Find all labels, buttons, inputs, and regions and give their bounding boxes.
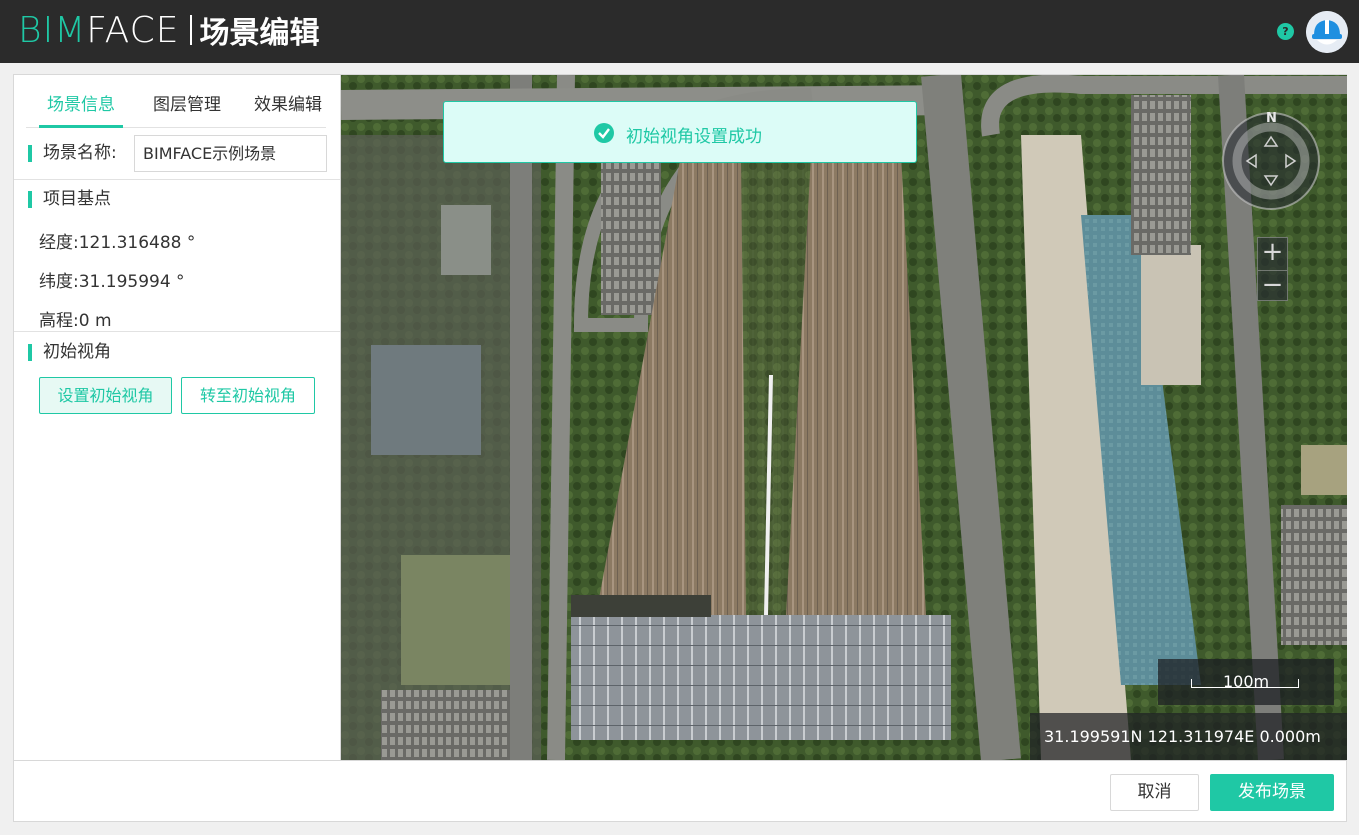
elevation-value: 高程:0 m (39, 311, 112, 331)
initial-view-title: 初始视角 (28, 344, 111, 361)
tab-layer-management[interactable]: 图层管理 (153, 90, 221, 128)
logo-face-text: FACE (86, 9, 180, 51)
tab-effect-edit[interactable]: 效果编辑 (254, 90, 322, 128)
divider (14, 331, 340, 332)
tab-scene-info[interactable]: 场景信息 (39, 90, 123, 128)
user-avatar[interactable] (1306, 11, 1348, 53)
zoom-in-button[interactable]: + (1258, 238, 1287, 269)
compass-control[interactable]: N (1221, 111, 1321, 211)
app-header: BIM FACE 场景编辑 ? (0, 0, 1359, 63)
cancel-button[interactable]: 取消 (1110, 774, 1199, 811)
compass-icon (1222, 112, 1320, 210)
success-toast: 初始视角设置成功 (443, 101, 917, 163)
map-viewport[interactable]: 初始视角设置成功 N + − 100m 31.199591N 121.31197… (341, 75, 1347, 760)
tab-bar: 场景信息 图层管理 效果编辑 (26, 75, 326, 128)
scale-label: 100m (1223, 672, 1270, 691)
toast-message: 初始视角设置成功 (626, 127, 762, 147)
logo-divider (189, 15, 192, 45)
logo-bim-text: BIM (18, 9, 87, 51)
divider (14, 179, 340, 180)
scene-name-label: 场景名称: (28, 145, 117, 162)
zoom-control: + − (1257, 237, 1288, 301)
publish-scene-button[interactable]: 发布场景 (1210, 774, 1334, 811)
satellite-imagery (341, 75, 1347, 760)
compass-north-label: N (1266, 111, 1277, 126)
footer-divider (14, 760, 1346, 761)
longitude-value: 经度:121.316488 ° (39, 233, 196, 253)
scale-indicator: 100m (1158, 659, 1334, 705)
scene-editor-panel: 场景信息 图层管理 效果编辑 场景名称: BIMFACE示例场景 项目基点 经度… (13, 74, 1347, 822)
helmet-user-icon (1306, 11, 1348, 53)
latitude-value: 纬度:31.195994 ° (39, 272, 185, 292)
set-initial-view-button[interactable]: 设置初始视角 (39, 377, 172, 414)
page-title: 场景编辑 (199, 16, 320, 51)
check-circle-icon (594, 123, 614, 143)
bimface-logo: BIM FACE 场景编辑 (18, 9, 320, 52)
help-icon[interactable]: ? (1277, 23, 1294, 40)
sidebar: 场景信息 图层管理 效果编辑 场景名称: BIMFACE示例场景 项目基点 经度… (14, 75, 341, 760)
base-point-title: 项目基点 (28, 191, 111, 208)
coordinate-readout: 31.199591N 121.311974E 0.000m (1030, 713, 1347, 760)
zoom-out-button[interactable]: − (1258, 270, 1287, 301)
goto-initial-view-button[interactable]: 转至初始视角 (181, 377, 315, 414)
scene-name-input[interactable]: BIMFACE示例场景 (134, 135, 327, 172)
